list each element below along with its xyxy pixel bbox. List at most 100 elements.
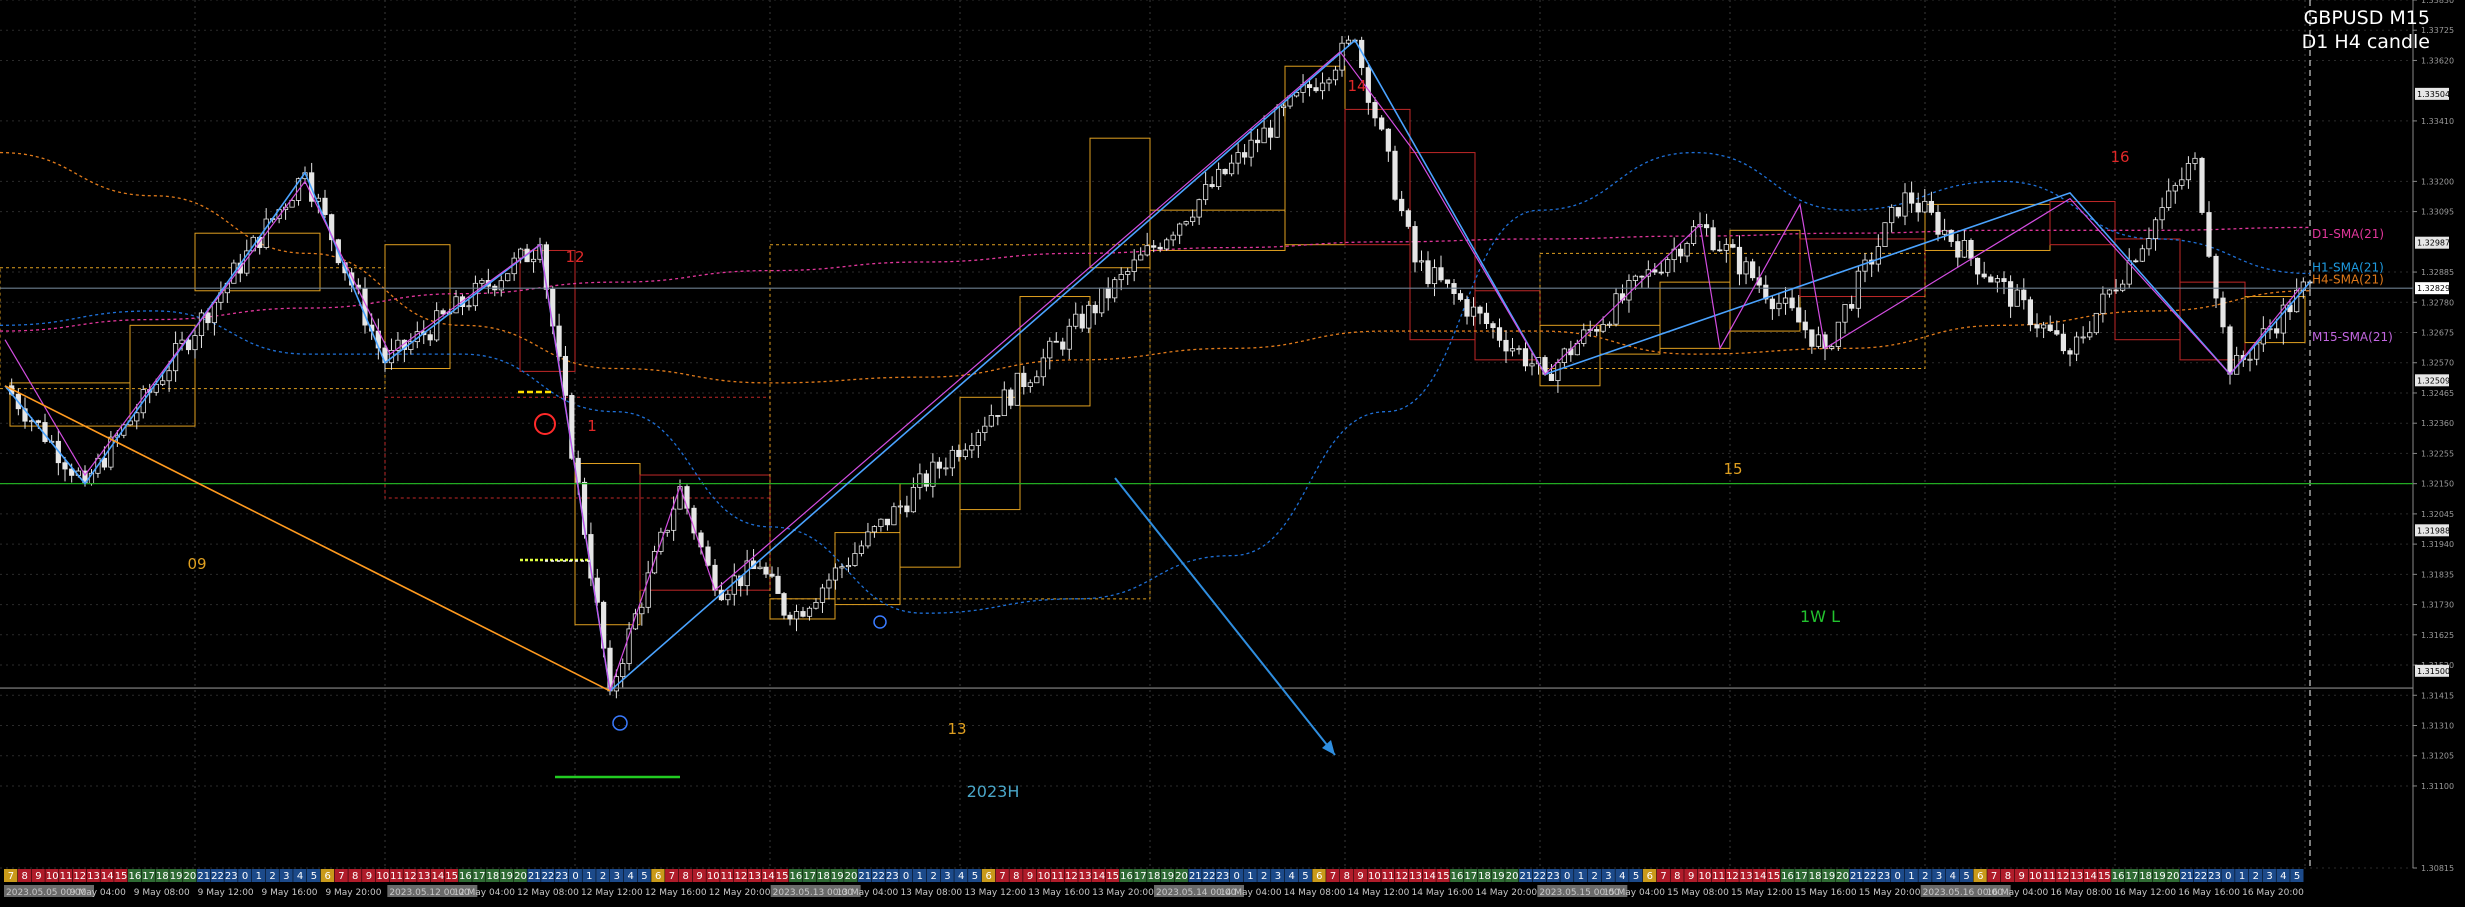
- hour-label: 15: [2098, 871, 2111, 882]
- candle-body: [1782, 297, 1789, 304]
- candle-body: [2185, 163, 2192, 181]
- x-tick-label: 16 May 12:00: [2114, 888, 2176, 898]
- hour-label: 23: [225, 871, 238, 882]
- candle-body: [1144, 245, 1150, 256]
- hour-label: 14: [2084, 871, 2097, 882]
- candle-body: [1131, 259, 1137, 272]
- hour-label: 7: [999, 871, 1005, 882]
- price-chart[interactable]: 1.338301.337251.336201.334101.332001.330…: [0, 0, 2465, 907]
- candle-body: [2100, 293, 2106, 314]
- candle-body: [1099, 287, 1105, 314]
- x-tick-label: 16 May 16:00: [2178, 888, 2240, 898]
- hours-strip: 7 8 9 10 11 12 13 14 15 16 17 18 19 20 21 22 23 0 1 2 3 4 5 6 7 8…: [4, 869, 2304, 882]
- hour-label: 6: [655, 871, 661, 882]
- hour-label: 2: [930, 871, 936, 882]
- hour-label: 8: [1013, 871, 1019, 882]
- hour-label: 7: [1660, 871, 1666, 882]
- y-tick-label: 1.31310: [2421, 721, 2454, 730]
- candle-body: [1379, 117, 1385, 130]
- hour-label: 12: [404, 871, 417, 882]
- candle-body: [1678, 248, 1684, 257]
- hour-label: 4: [1619, 871, 1625, 882]
- hour-label: 12: [1065, 871, 1078, 882]
- candle-body: [781, 593, 787, 616]
- ma-label: D1-SMA(21): [2312, 227, 2384, 241]
- hour-label: 2: [1922, 871, 1928, 882]
- hour-label: 9: [35, 871, 41, 882]
- candle-body: [806, 607, 813, 617]
- y-tick-label: 1.33410: [2421, 117, 2454, 126]
- candle-body: [620, 663, 626, 678]
- candle-body: [62, 462, 68, 470]
- hour-label: 6: [986, 871, 992, 882]
- chart-annotation: 13: [947, 720, 966, 738]
- candle-body: [1457, 293, 1464, 300]
- hour-label: 23: [1878, 871, 1891, 882]
- candle-body: [1267, 127, 1274, 138]
- hour-label: 5: [311, 871, 317, 882]
- hour-label: 1: [586, 871, 592, 882]
- hour-label: 6: [324, 871, 330, 882]
- candle-body: [832, 567, 839, 581]
- hour-label: 10: [376, 871, 389, 882]
- candle-body: [1345, 39, 1352, 44]
- hour-label: 0: [572, 871, 578, 882]
- hour-label: 0: [1895, 871, 1901, 882]
- candle-body: [1372, 102, 1378, 119]
- candle-body: [1483, 312, 1490, 325]
- hour-label: 4: [1289, 871, 1295, 882]
- hour-label: 23: [2208, 871, 2221, 882]
- candle-body: [1326, 79, 1332, 84]
- candle-body: [705, 546, 711, 566]
- hour-label: 13: [87, 871, 100, 882]
- candle-body: [1021, 372, 1027, 388]
- candle-body: [1444, 279, 1451, 284]
- candle-body: [956, 449, 962, 458]
- candle-body: [1555, 362, 1561, 381]
- y-tick-label: 1.33095: [2421, 208, 2454, 217]
- candle-body: [211, 301, 218, 324]
- candle-body: [1222, 168, 1228, 175]
- x-tick-label: 12 May 04:00: [453, 888, 515, 898]
- hour-label: 7: [669, 871, 675, 882]
- candle-body: [988, 415, 994, 427]
- candle-body: [1548, 373, 1555, 381]
- candle-body: [1190, 216, 1196, 223]
- hour-label: 18: [2139, 871, 2152, 882]
- candle-body: [2247, 358, 2253, 361]
- candle-body: [1438, 267, 1444, 281]
- hour-label: 17: [473, 871, 486, 882]
- candle-body: [1503, 339, 1509, 352]
- candle-body: [1829, 346, 1835, 349]
- candle-body: [1034, 376, 1040, 384]
- candle-body: [1496, 327, 1503, 341]
- chart-annotation: 1W L: [1800, 607, 1840, 626]
- hour-label: 21: [1189, 871, 1202, 882]
- candle-body: [962, 449, 968, 458]
- candle-body: [2227, 326, 2233, 375]
- candle-body: [1928, 200, 1934, 213]
- candle-body: [800, 611, 806, 617]
- candle-body: [1710, 227, 1716, 251]
- hour-label: 1: [1247, 871, 1253, 882]
- candle-body: [1183, 221, 1189, 225]
- hour-label: 0: [2225, 871, 2231, 882]
- candle-body: [1177, 223, 1183, 236]
- candle-body: [1306, 84, 1313, 89]
- hour-label: 22: [2194, 871, 2207, 882]
- hour-label: 10: [707, 871, 720, 882]
- candle-body: [2047, 324, 2053, 331]
- candle-body: [1412, 226, 1418, 263]
- hour-label: 17: [2125, 871, 2138, 882]
- candle-body: [1835, 321, 1841, 347]
- price-box-label: 1.31988: [2417, 526, 2450, 535]
- candle-body: [819, 587, 826, 603]
- plot-area: [0, 0, 2413, 868]
- candle-body: [505, 273, 511, 282]
- candle-body: [2206, 212, 2212, 257]
- candle-body: [769, 573, 775, 577]
- hour-label: 19: [1492, 871, 1505, 882]
- candle-body: [1968, 240, 1974, 259]
- hour-label: 15: [1767, 871, 1780, 882]
- candle-body: [826, 579, 832, 589]
